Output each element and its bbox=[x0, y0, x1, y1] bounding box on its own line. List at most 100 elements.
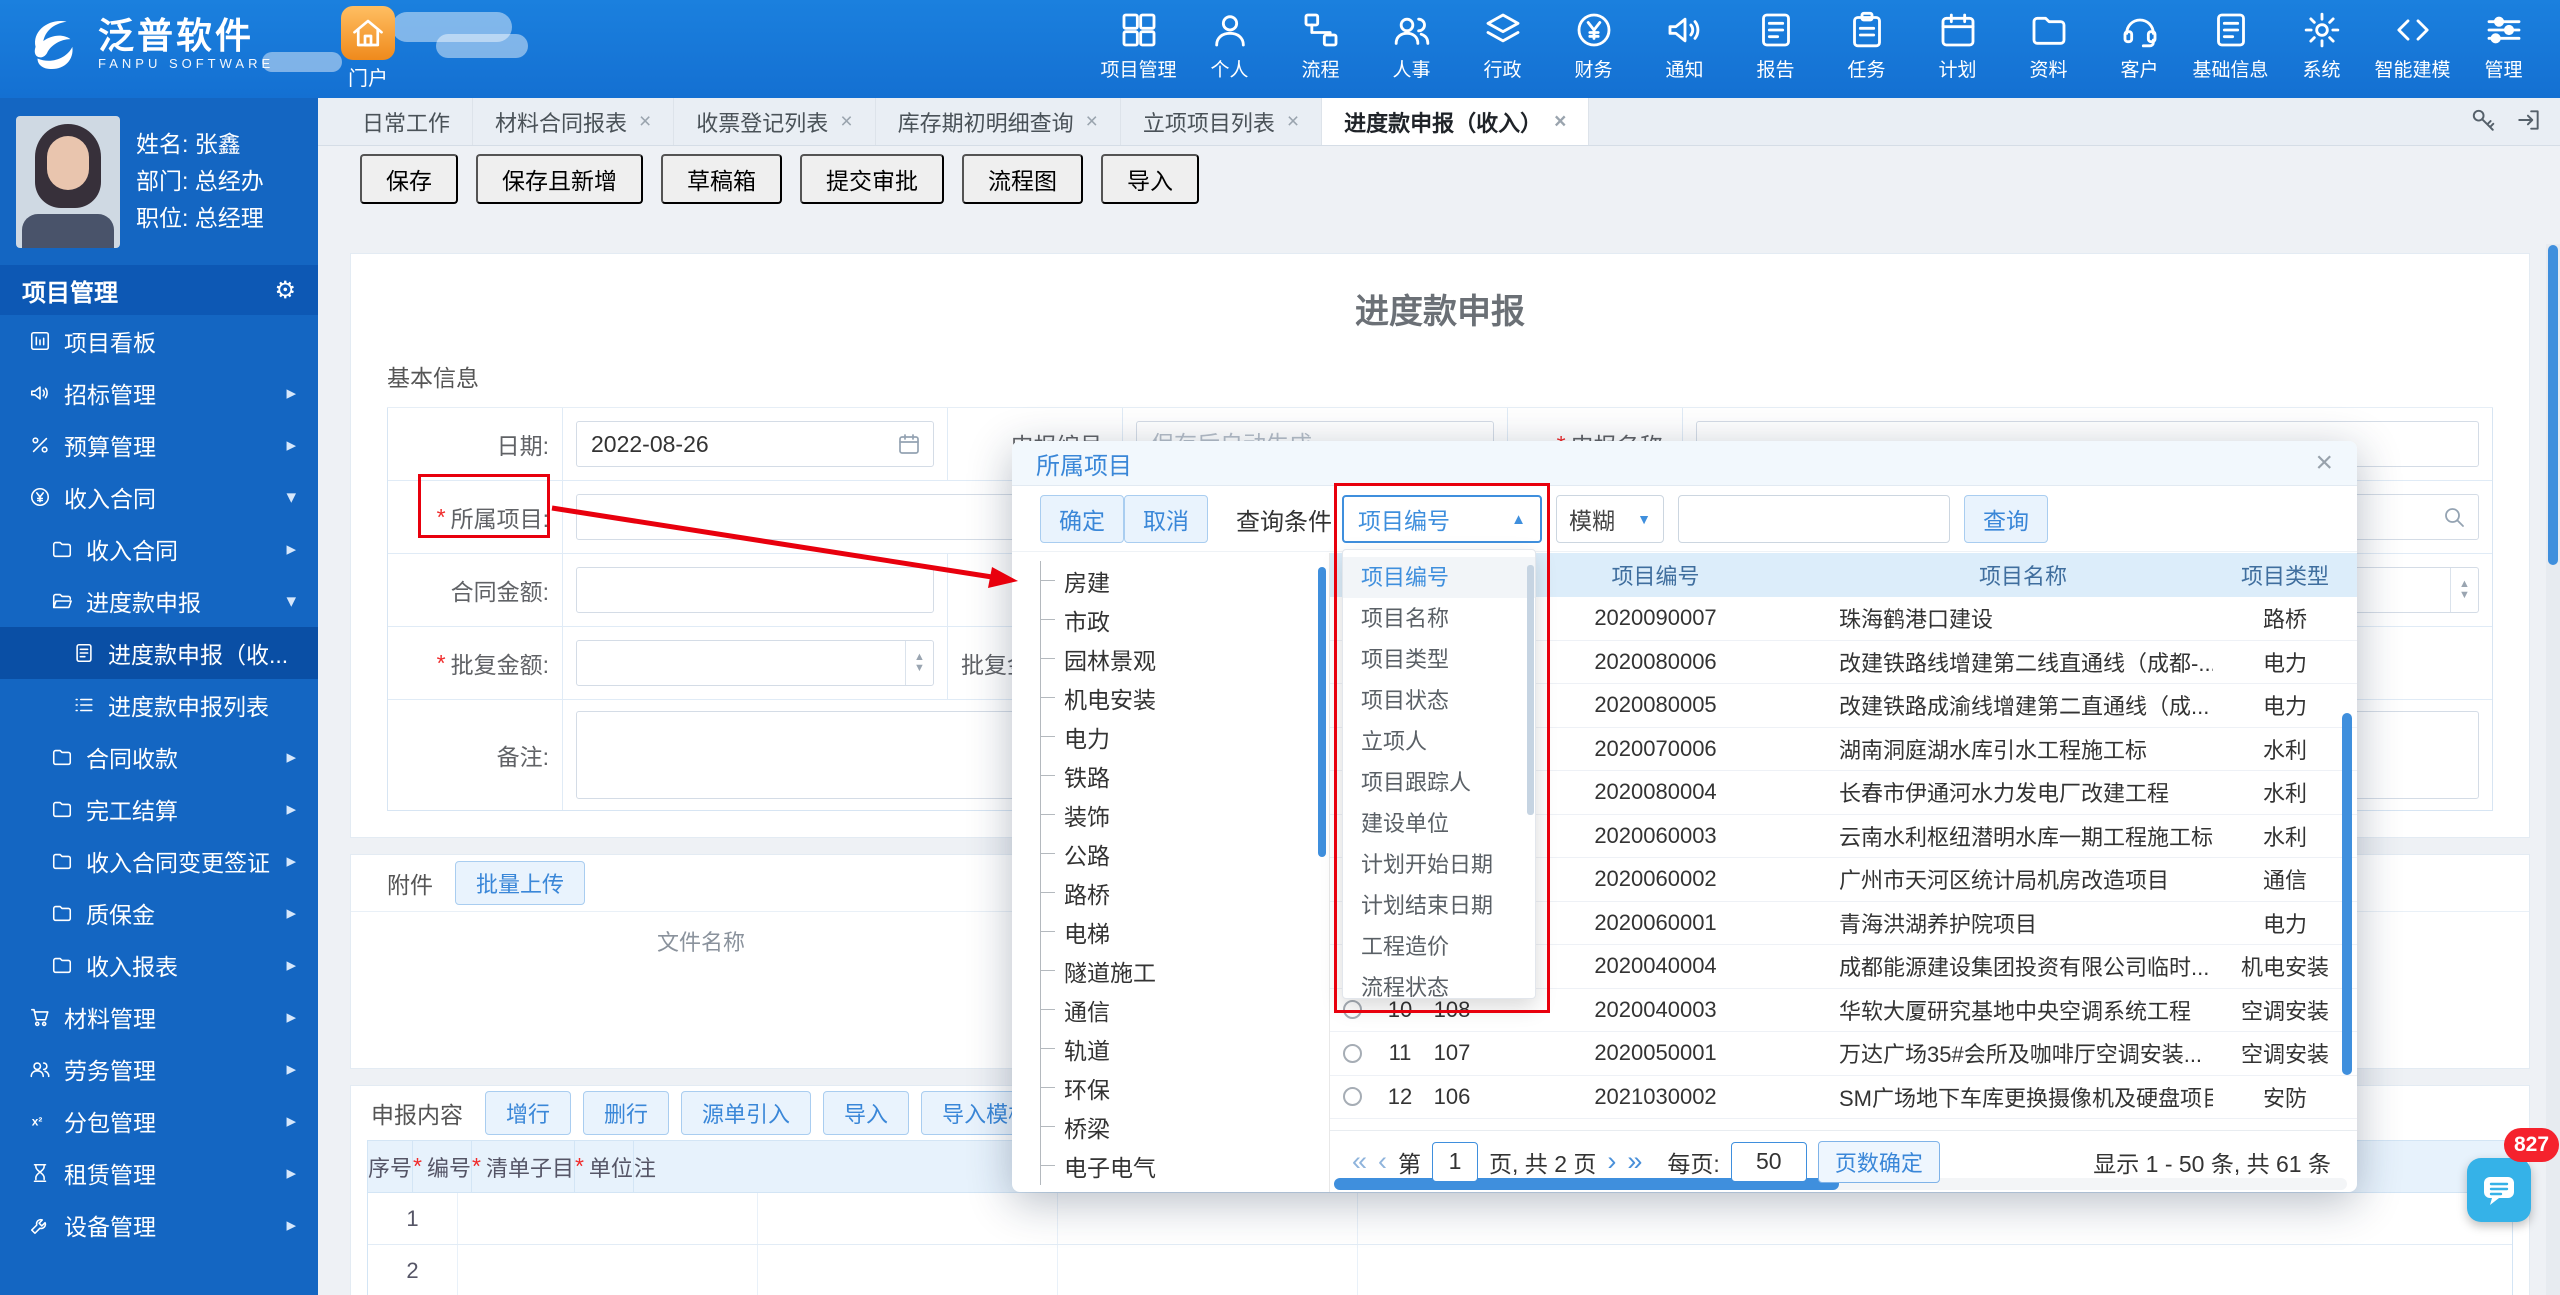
calendar-icon[interactable] bbox=[897, 432, 921, 456]
menu-item[interactable]: 进度款申报 ▾ bbox=[0, 575, 318, 627]
topbar-module[interactable]: 通知 bbox=[1639, 7, 1730, 82]
toolbar-button[interactable]: 流程图 bbox=[962, 154, 1083, 204]
radio-button[interactable] bbox=[1343, 1000, 1362, 1019]
page-input[interactable] bbox=[1432, 1142, 1478, 1182]
tab[interactable]: 材料合同报表 × bbox=[473, 98, 674, 145]
topbar-module[interactable]: 资料 bbox=[2003, 7, 2094, 82]
contract-amount-field[interactable] bbox=[576, 567, 934, 613]
tree-item[interactable]: 电力 bbox=[1041, 717, 1329, 756]
prev-page-button[interactable]: ‹ bbox=[1378, 1146, 1387, 1177]
tree-item[interactable]: 环保 bbox=[1041, 1068, 1329, 1107]
match-select[interactable]: 模糊▼ bbox=[1556, 495, 1664, 543]
tab-close-icon[interactable]: × bbox=[1287, 110, 1299, 134]
topbar-module[interactable]: 智能建模 bbox=[2367, 7, 2458, 82]
tab[interactable]: 立项项目列表 × bbox=[1121, 98, 1322, 145]
gear-icon[interactable]: ⚙ bbox=[274, 276, 296, 305]
tree-item[interactable]: 铁路 bbox=[1041, 756, 1329, 795]
tree-item[interactable]: 机电安装 bbox=[1041, 678, 1329, 717]
menu-item[interactable]: 项目看板 bbox=[0, 315, 318, 367]
menu-item[interactable]: 进度款申报列表 bbox=[0, 679, 318, 731]
tree-item[interactable]: 通信 bbox=[1041, 990, 1329, 1029]
approved-amount-field[interactable]: ▲▼ bbox=[576, 640, 934, 686]
search-icon[interactable] bbox=[2442, 505, 2466, 529]
option-item[interactable]: 流程状态 bbox=[1343, 967, 1535, 999]
topbar-module[interactable]: 报告 bbox=[1730, 7, 1821, 82]
page-scrollbar-thumb[interactable] bbox=[2548, 245, 2558, 565]
tree-item[interactable]: 公路 bbox=[1041, 834, 1329, 873]
topbar-module[interactable]: 人事 bbox=[1366, 7, 1457, 82]
option-item[interactable]: 项目编号 bbox=[1343, 557, 1535, 598]
menu-item[interactable]: 进度款申报（收... bbox=[0, 627, 318, 679]
tab-close-icon[interactable]: × bbox=[840, 110, 852, 134]
date-field[interactable] bbox=[576, 421, 934, 467]
last-page-button[interactable]: » bbox=[1627, 1146, 1642, 1177]
topbar-module[interactable]: 行政 bbox=[1457, 7, 1548, 82]
option-item[interactable]: 项目类型 bbox=[1343, 639, 1535, 680]
menu-item[interactable]: 收入合同 ▾ bbox=[0, 471, 318, 523]
key-icon[interactable] bbox=[2470, 107, 2496, 138]
tree-item[interactable]: 房建 bbox=[1041, 561, 1329, 600]
menu-scrollbar-thumb[interactable] bbox=[1527, 565, 1534, 815]
tab[interactable]: 库存期初明细查询 × bbox=[876, 98, 1121, 145]
menu-item[interactable]: 预算管理 ▸ bbox=[0, 419, 318, 471]
page-confirm-button[interactable]: 页数确定 bbox=[1818, 1141, 1940, 1183]
topbar-module[interactable]: 流程 bbox=[1275, 7, 1366, 82]
menu-item[interactable]: 收入合同 ▸ bbox=[0, 523, 318, 575]
menu-item[interactable]: 劳务管理 ▸ bbox=[0, 1043, 318, 1095]
option-item[interactable]: 计划开始日期 bbox=[1343, 844, 1535, 885]
first-page-button[interactable]: « bbox=[1352, 1146, 1367, 1177]
menu-item[interactable]: 收入合同变更签证 ▸ bbox=[0, 835, 318, 887]
detail-row[interactable]: 1 bbox=[368, 1193, 2512, 1245]
option-item[interactable]: 工程造价 bbox=[1343, 926, 1535, 967]
topbar-module[interactable]: 客户 bbox=[2094, 7, 2185, 82]
menu-item[interactable]: 设备管理 ▸ bbox=[0, 1199, 318, 1251]
tab[interactable]: 进度款申报（收入） × bbox=[1322, 98, 1589, 145]
menu-item[interactable]: 材料管理 ▸ bbox=[0, 991, 318, 1043]
portal-button[interactable]: 门户 bbox=[325, 6, 411, 91]
topbar-module[interactable]: 财务 bbox=[1548, 7, 1639, 82]
topbar-module[interactable]: 任务 bbox=[1821, 7, 1912, 82]
detail-row[interactable]: 2 bbox=[368, 1245, 2512, 1295]
topbar-module[interactable]: 个人 bbox=[1184, 7, 1275, 82]
ok-button[interactable]: 确定 bbox=[1040, 495, 1124, 543]
spinner-icons[interactable]: ▲▼ bbox=[905, 641, 933, 685]
per-page-input[interactable] bbox=[1731, 1142, 1807, 1182]
tree-item[interactable]: 电梯 bbox=[1041, 912, 1329, 951]
detail-action-button[interactable]: 源单引入 bbox=[681, 1091, 811, 1135]
toolbar-button[interactable]: 保存 bbox=[360, 154, 458, 204]
topbar-module[interactable]: 系统 bbox=[2276, 7, 2367, 82]
menu-item[interactable]: 收入报表 ▸ bbox=[0, 939, 318, 991]
topbar-module[interactable]: 基础信息 bbox=[2185, 7, 2276, 82]
field-select[interactable]: 项目编号▲ bbox=[1342, 495, 1542, 543]
option-item[interactable]: 建设单位 bbox=[1343, 803, 1535, 844]
detail-action-button[interactable]: 增行 bbox=[485, 1091, 571, 1135]
tree-item[interactable]: 装饰 bbox=[1041, 795, 1329, 834]
tree-item[interactable]: 桥梁 bbox=[1041, 1107, 1329, 1146]
batch-upload-button[interactable]: 批量上传 bbox=[455, 861, 585, 905]
radio-button[interactable] bbox=[1343, 1044, 1362, 1063]
tree-scrollbar-thumb[interactable] bbox=[1318, 567, 1326, 857]
chat-button[interactable] bbox=[2467, 1158, 2531, 1222]
modal-search-input[interactable] bbox=[1678, 495, 1950, 543]
option-item[interactable]: 项目跟踪人 bbox=[1343, 762, 1535, 803]
tab-close-icon[interactable]: × bbox=[639, 110, 651, 134]
toolbar-button[interactable]: 导入 bbox=[1101, 154, 1199, 204]
tree-item[interactable]: 市政 bbox=[1041, 600, 1329, 639]
menu-item[interactable]: 质保金 ▸ bbox=[0, 887, 318, 939]
detail-action-button[interactable]: 导入 bbox=[823, 1091, 909, 1135]
menu-item[interactable]: x² 分包管理 ▸ bbox=[0, 1095, 318, 1147]
topbar-module[interactable]: 项目管理 bbox=[1093, 7, 1184, 82]
close-icon[interactable]: × bbox=[2315, 448, 2333, 478]
toolbar-button[interactable]: 保存且新增 bbox=[476, 154, 643, 204]
radio-button[interactable] bbox=[1343, 1087, 1362, 1106]
topbar-module[interactable]: 管理 bbox=[2458, 7, 2549, 82]
tree-item[interactable]: 园林景观 bbox=[1041, 639, 1329, 678]
cancel-button[interactable]: 取消 bbox=[1124, 495, 1208, 543]
logout-icon[interactable] bbox=[2516, 107, 2542, 138]
tab[interactable]: 收票登记列表 × bbox=[674, 98, 875, 145]
table-row[interactable]: 11 107 2020050001 万达广场35#会所及咖啡厅空调安装... 空… bbox=[1330, 1032, 2357, 1076]
tree-item[interactable]: 隧道施工 bbox=[1041, 951, 1329, 990]
toolbar-button[interactable]: 草稿箱 bbox=[661, 154, 782, 204]
tab-close-icon[interactable]: × bbox=[1554, 110, 1566, 134]
tree-item[interactable]: 电子电气 bbox=[1041, 1146, 1329, 1185]
